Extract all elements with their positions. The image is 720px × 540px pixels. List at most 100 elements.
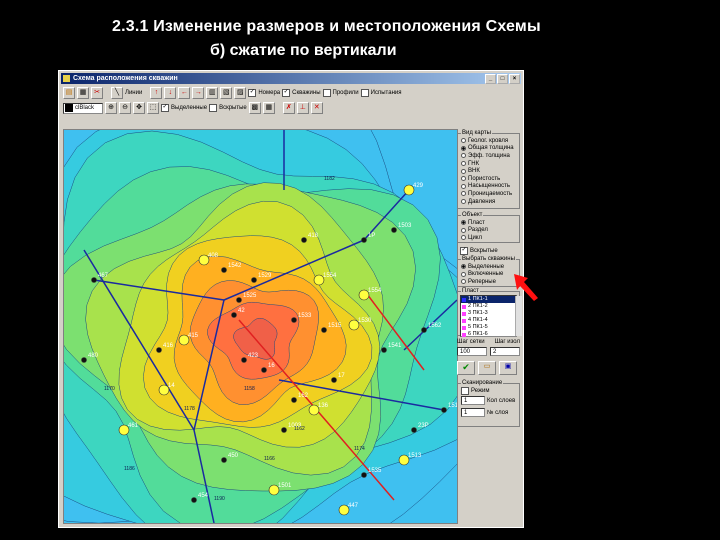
map-type-radio-2[interactable]: Эфф. толщина [458, 152, 519, 160]
choose-wells-radio-2[interactable]: Реперные [458, 278, 519, 286]
scan-mode-checkbox[interactable]: Режим [458, 386, 519, 395]
contour-label: 1170 [104, 386, 115, 392]
object-radio-1[interactable]: Раздел [458, 227, 519, 235]
map-type-radio-5[interactable]: Пористость [458, 175, 519, 183]
lines-label: Линии [125, 90, 143, 96]
well-marker[interactable] [321, 327, 327, 333]
minimize-button[interactable]: _ [485, 74, 496, 84]
layer-list-item[interactable]: 2 ПК1-2 [461, 303, 516, 310]
layer-list-item[interactable]: 3 ПК1-3 [461, 310, 516, 317]
well-marker[interactable] [236, 297, 242, 303]
well-marker[interactable] [241, 357, 247, 363]
numbers-checkbox[interactable]: ✓ Номера [248, 89, 280, 97]
well-marker[interactable] [231, 312, 237, 318]
grid-step-input[interactable]: 100 [457, 347, 487, 356]
arrow-left-icon[interactable]: ← [178, 87, 191, 99]
delete-well-icon[interactable]: ✗ [282, 102, 295, 114]
layer-list-item[interactable]: 4 ПК1-4 [461, 317, 516, 324]
well-marker[interactable] [301, 237, 307, 243]
map-type-radio-0[interactable]: Геолог. кровля [458, 137, 519, 145]
pattern-icon[interactable]: ▦ [262, 102, 275, 114]
well-marker[interactable] [381, 347, 387, 353]
tests-checkbox[interactable]: Испытания [360, 89, 401, 97]
well-marker[interactable] [361, 237, 367, 243]
select-icon[interactable]: ⬚ [147, 102, 159, 114]
maximize-button[interactable]: □ [497, 74, 508, 84]
wells-checkbox[interactable]: ✓ Скважины [282, 89, 321, 97]
grid-icon[interactable]: ▥ [206, 87, 219, 99]
map-type-radio-6[interactable]: Насыщенность [458, 183, 519, 191]
well-marker[interactable] [291, 397, 297, 403]
arrow-right-icon[interactable]: → [192, 87, 205, 99]
contour-label: 1178 [184, 406, 195, 412]
cut-icon[interactable]: ✂ [91, 87, 103, 99]
well-marker[interactable] [421, 327, 427, 333]
move-icon[interactable]: ✥ [133, 102, 145, 114]
well-label: 136 [318, 403, 329, 409]
print-icon[interactable]: ▦ [77, 87, 89, 99]
well-label: 454 [198, 493, 209, 499]
layers-icon[interactable]: ▧ [220, 87, 233, 99]
opened-checkbox[interactable]: Вскрытые [209, 104, 247, 112]
apply-check-icon[interactable]: ✔ [457, 361, 475, 375]
lines-toggle-icon[interactable]: ╲ [111, 87, 123, 99]
map-type-radio-8[interactable]: Давления [458, 198, 519, 206]
well-label: 1501 [278, 483, 292, 489]
map-type-radio-1[interactable]: Общая толщина [458, 145, 519, 153]
choose-wells-radio-1[interactable]: Включенные [458, 271, 519, 279]
layers-count-input[interactable]: 1 [461, 396, 485, 406]
well-marker[interactable] [156, 347, 162, 353]
contour-label: 1186 [124, 466, 135, 472]
map-type-radio-7[interactable]: Проницаемость [458, 190, 519, 198]
map-type-radio-3[interactable]: ГНК [458, 160, 519, 168]
layer-num-input[interactable]: 1 [461, 408, 485, 418]
arrow-up-icon[interactable]: ↑ [150, 87, 163, 99]
folder-icon[interactable]: ▭ [478, 361, 496, 375]
add-well-icon[interactable]: ⊥ [296, 102, 309, 114]
well-marker[interactable] [291, 317, 297, 323]
well-marker[interactable] [331, 377, 337, 383]
save-icon[interactable]: ▣ [499, 361, 517, 375]
well-marker[interactable] [251, 277, 257, 283]
contour-map-svg[interactable]: 429 1P 418 408 1542 1529 1554 1533 1515 1530 1541 1… [64, 130, 457, 523]
well-marker[interactable] [281, 427, 287, 433]
profiles-checkbox[interactable]: Профили [322, 89, 359, 97]
layer-list-item[interactable]: 6 ПК1-6 [461, 331, 516, 338]
layer-list-item[interactable]: 1 ПК1-1 [461, 296, 516, 303]
layer-list-item[interactable]: 5 ПК1-5 [461, 324, 516, 331]
contour-label: 1182 [324, 176, 335, 182]
contour-map[interactable]: 429 1P 418 408 1542 1529 1554 1533 1515 1530 1541 1… [63, 129, 458, 524]
opened-wells-checkbox[interactable]: ✓ Вскрытые [457, 246, 498, 255]
map-type-radio-4[interactable]: ВНК [458, 167, 519, 175]
window-titlebar[interactable]: Схема расположения скважин _ □ × [61, 73, 521, 84]
well-marker[interactable] [361, 472, 367, 478]
well-marker[interactable] [81, 357, 87, 363]
well-label: 429 [413, 183, 424, 189]
layer-list[interactable]: 1 ПК1-1 2 ПК1-2 3 ПК1-3 4 ПК1-4 5 ПК1-5 6 ПК1… [460, 295, 522, 338]
layer-list-scrollbar[interactable] [515, 296, 522, 336]
color-combo[interactable]: clBlack [63, 102, 103, 114]
well-marker[interactable] [221, 457, 227, 463]
well-marker[interactable] [391, 227, 397, 233]
scan-group: Сканирование Режим 1 Кол слоев 1 № слоя [457, 380, 520, 427]
zoom-in-icon[interactable]: ⊕ [105, 102, 117, 114]
arrow-down-icon[interactable]: ↓ [164, 87, 177, 99]
well-marker[interactable] [191, 497, 197, 503]
well-marker[interactable] [441, 407, 447, 413]
close-button[interactable]: × [509, 74, 520, 84]
selected-checkbox[interactable]: ✓ Выделенные [161, 104, 207, 112]
choose-wells-radio-0[interactable]: Выделенные [458, 263, 519, 271]
object-radio-2[interactable]: Цикл [458, 234, 519, 242]
iso-step-input[interactable]: 2 [490, 347, 520, 356]
erase-icon[interactable]: ✕ [310, 102, 323, 114]
slide-title: 2.3.1 Изменение размеров и местоположени… [112, 18, 541, 35]
well-marker[interactable] [261, 367, 267, 373]
well-marker[interactable] [91, 277, 97, 283]
open-icon[interactable]: ▤ [63, 87, 75, 99]
fill-icon[interactable]: ▩ [248, 102, 261, 114]
hatch-icon[interactable]: ▨ [234, 87, 247, 99]
zoom-out-icon[interactable]: ⊖ [119, 102, 131, 114]
well-marker[interactable] [411, 427, 417, 433]
object-radio-0[interactable]: Пласт [458, 219, 519, 227]
well-marker[interactable] [221, 267, 227, 273]
